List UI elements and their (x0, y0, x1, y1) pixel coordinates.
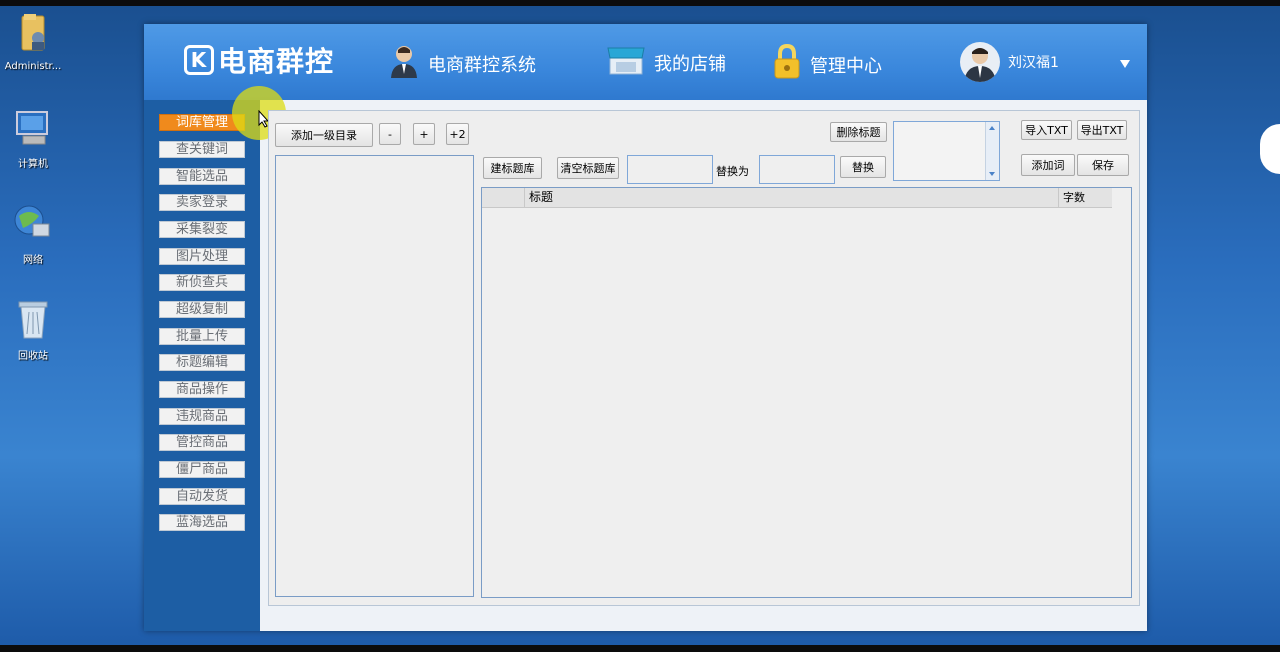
nav-system[interactable]: 电商群控系统 (388, 44, 536, 83)
screen-top-edge (0, 0, 1280, 6)
column-char-count[interactable]: 字数 (1058, 188, 1112, 207)
replace-with-label: 替换为 (716, 165, 749, 178)
nav-label: 我的店铺 (654, 53, 726, 75)
sidebar-item-new-scout[interactable]: 新侦查兵 (159, 274, 245, 291)
sidebar-item-zombie-products[interactable]: 僵尸商品 (159, 461, 245, 478)
network-globe-icon (4, 202, 62, 247)
avatar (960, 42, 1000, 82)
sidebar-item-batch-upload[interactable]: 批量上传 (159, 328, 245, 345)
user-menu[interactable]: 刘汉福1 (960, 42, 1059, 82)
partial-desktop-icon (1260, 124, 1280, 174)
lock-icon (772, 43, 802, 85)
nav-admin-center[interactable]: 管理中心 (772, 43, 882, 85)
sidebar-item-auto-delivery[interactable]: 自动发货 (159, 488, 245, 505)
word-library-panel: 添加一级目录 - + +2 建标题库 清空标题库 替换为 替换 删除标题 导入T… (268, 110, 1140, 606)
sidebar: 词库管理 查关键词 智能选品 卖家登录 采集裂变 图片处理 新侦查兵 超级复制 … (144, 100, 260, 631)
computer-icon (4, 108, 62, 151)
scrollbar[interactable] (985, 122, 999, 180)
import-txt-button[interactable]: 导入TXT (1021, 120, 1072, 140)
nav-label: 电商群控系统 (428, 54, 536, 76)
plus-two-button[interactable]: +2 (446, 123, 469, 145)
save-button[interactable]: 保存 (1077, 154, 1129, 176)
sidebar-item-title-edit[interactable]: 标题编辑 (159, 354, 245, 371)
app-logo: K 电商群控 (184, 40, 334, 80)
build-title-library-button[interactable]: 建标题库 (483, 157, 542, 179)
word-list-box[interactable] (893, 121, 1000, 181)
desktop-icon-computer[interactable]: 计算机 (4, 108, 62, 170)
scroll-up-icon[interactable] (989, 126, 995, 130)
row-header-cell (482, 188, 525, 207)
add-word-button[interactable]: 添加词 (1021, 154, 1075, 176)
app-window: K 电商群控 电商群控系统 我的店铺 管理中心 刘汉福1 词库管理 查关键词 智… (144, 24, 1147, 631)
desktop-icon-label: 回收站 (18, 351, 48, 362)
delete-title-button[interactable]: 删除标题 (830, 122, 887, 142)
sidebar-item-keyword-lookup[interactable]: 查关键词 (159, 141, 245, 158)
minus-button[interactable]: - (379, 123, 401, 145)
desktop-icon-administrator[interactable]: Administr... (4, 12, 62, 72)
user-folder-icon (4, 12, 62, 57)
sidebar-item-collect-fission[interactable]: 采集裂变 (159, 221, 245, 238)
logo-k-icon: K (184, 45, 214, 75)
add-top-directory-button[interactable]: 添加一级目录 (275, 123, 373, 147)
nav-label: 管理中心 (810, 55, 882, 77)
desktop-icon-label: 计算机 (18, 159, 48, 170)
title-grid[interactable]: 标题 字数 (481, 187, 1132, 598)
directory-tree[interactable] (275, 155, 474, 597)
desktop-icon-label: Administr... (4, 61, 62, 72)
chevron-down-icon[interactable] (1120, 60, 1130, 68)
sidebar-item-image-processing[interactable]: 图片处理 (159, 248, 245, 265)
sidebar-item-seller-login[interactable]: 卖家登录 (159, 194, 245, 211)
replace-text-input[interactable] (759, 155, 835, 184)
find-text-input[interactable] (627, 155, 713, 184)
desktop-icon-network[interactable]: 网络 (4, 202, 62, 266)
screen-bottom-edge (0, 645, 1280, 652)
scroll-down-icon[interactable] (989, 172, 995, 176)
app-header: K 电商群控 电商群控系统 我的店铺 管理中心 刘汉福1 (144, 24, 1147, 100)
logo-text: 电商群控 (218, 45, 335, 78)
shop-icon (606, 44, 646, 81)
desktop-icon-label: 网络 (23, 255, 43, 266)
column-title[interactable]: 标题 (529, 188, 553, 207)
sidebar-item-smart-selection[interactable]: 智能选品 (159, 168, 245, 185)
export-txt-button[interactable]: 导出TXT (1077, 120, 1127, 140)
sidebar-item-product-ops[interactable]: 商品操作 (159, 381, 245, 398)
nav-my-shop[interactable]: 我的店铺 (606, 44, 726, 81)
replace-button[interactable]: 替换 (840, 156, 886, 178)
desktop-icon-recycle-bin[interactable]: 回收站 (4, 298, 62, 362)
sidebar-item-super-copy[interactable]: 超级复制 (159, 301, 245, 318)
person-icon (388, 44, 420, 83)
recycle-bin-icon (4, 298, 62, 343)
plus-button[interactable]: + (413, 123, 435, 145)
grid-header: 标题 字数 (482, 188, 1112, 208)
sidebar-item-controlled-products[interactable]: 管控商品 (159, 434, 245, 451)
user-name: 刘汉福1 (1008, 55, 1059, 71)
sidebar-item-violating-products[interactable]: 违规商品 (159, 408, 245, 425)
clear-title-library-button[interactable]: 清空标题库 (557, 157, 619, 179)
sidebar-item-blue-ocean[interactable]: 蓝海选品 (159, 514, 245, 531)
